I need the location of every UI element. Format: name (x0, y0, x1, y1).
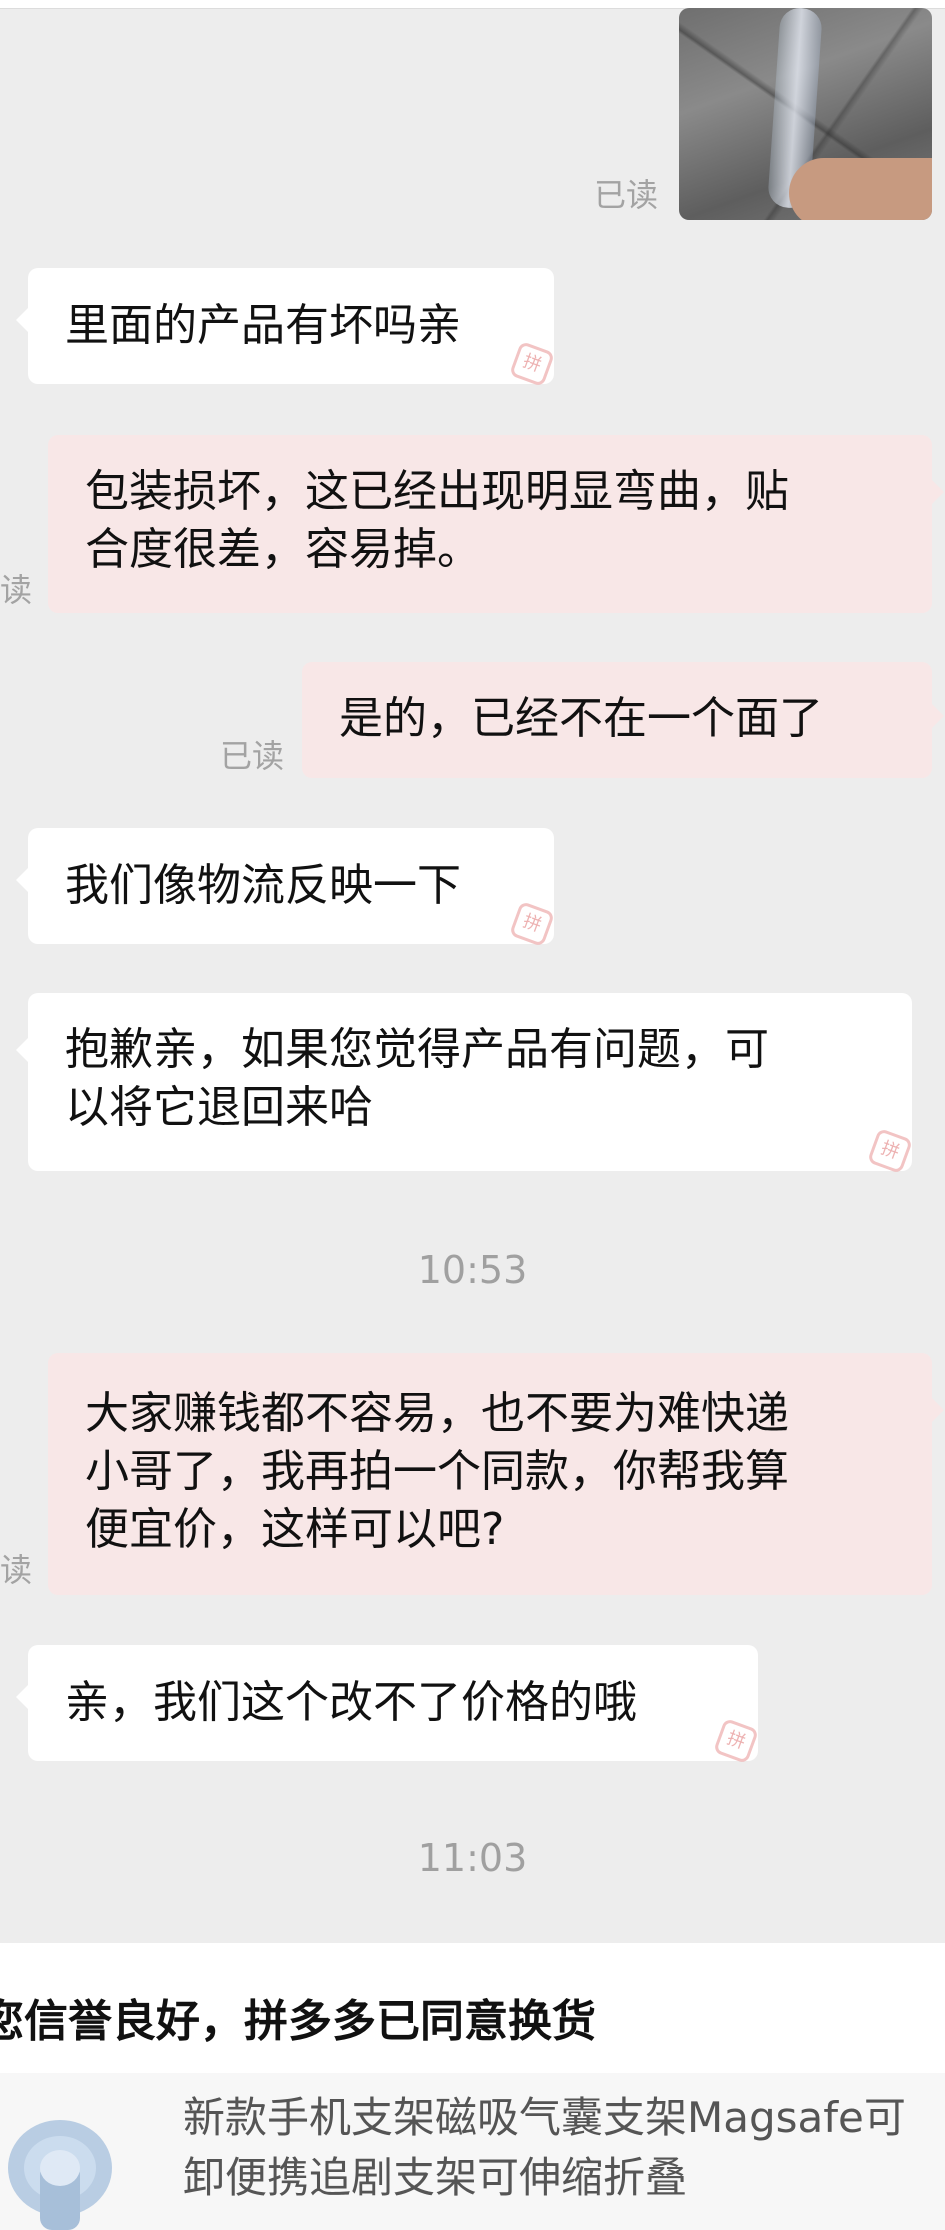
message-text: 包装损坏，这已经出现明显弯曲，贴 合度很差，容易掉。 (85, 466, 789, 575)
product-name: 新款手机支架磁吸气囊支架Magsafe可 卸便携追剧支架可伸缩折叠 (183, 2093, 906, 2202)
message-text: 抱歉亲，如果您觉得产品有问题，可 以将它退回来哈 (65, 1024, 769, 1133)
message-text: 我们像物流反映一下 (65, 860, 461, 911)
message-bubble-left[interactable]: 亲，我们这个改不了价格的哦 拼 (16, 1645, 760, 1765)
read-status: 已读 (220, 737, 285, 775)
exchange-card-title: 您信誉良好，拼多多已同意换货 (0, 1996, 596, 2047)
message-bubble-right[interactable]: 大家赚钱都不容易，也不要为难快递 小哥了，我再拍一个同款，你帮我算 便宜价，这样… (48, 1353, 944, 1595)
timestamp: 11:03 (417, 1836, 528, 1880)
message-text: 亲，我们这个改不了价格的哦 (65, 1677, 637, 1728)
timestamp: 10:53 (417, 1248, 528, 1292)
read-status: 读 (0, 571, 33, 609)
photo-message[interactable] (679, 8, 932, 220)
read-status: 已读 (594, 176, 659, 214)
read-status: 读 (0, 1551, 33, 1589)
message-text: 是的，已经不在一个面了 (339, 693, 823, 744)
message-bubble-right[interactable]: 包装损坏，这已经出现明显弯曲，贴 合度很差，容易掉。 (48, 435, 944, 613)
message-bubble-left[interactable]: 我们像物流反映一下 拼 (16, 828, 556, 948)
message-bubble-left[interactable]: 抱歉亲，如果您觉得产品有问题，可 以将它退回来哈 拼 (16, 993, 914, 1175)
message-bubble-right[interactable]: 是的，已经不在一个面了 (302, 662, 944, 778)
message-text: 里面的产品有坏吗亲 (65, 300, 461, 351)
finger-image (789, 158, 932, 220)
phone-holder-icon (8, 2120, 112, 2230)
message-bubble-left[interactable]: 里面的产品有坏吗亲 拼 (16, 268, 556, 388)
message-text: 大家赚钱都不容易，也不要为难快递 小哥了，我再拍一个同款，你帮我算 便宜价，这样… (85, 1388, 789, 1555)
